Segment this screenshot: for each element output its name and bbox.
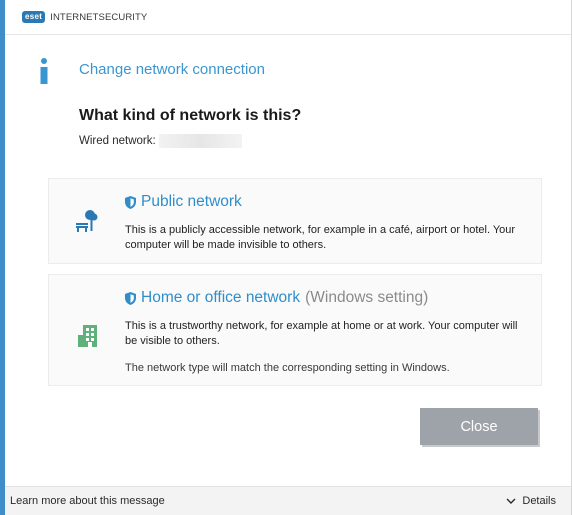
details-label: Details xyxy=(522,495,556,507)
wired-network-name-redacted xyxy=(158,134,242,148)
home-office-network-title[interactable]: Home or office network (Windows setting) xyxy=(125,289,428,307)
public-network-option[interactable]: Public network This is a publicly access… xyxy=(48,178,542,264)
shield-icon xyxy=(125,195,136,209)
wired-network-row: Wired network: xyxy=(79,134,242,148)
eset-logo-badge: eset xyxy=(22,11,46,23)
left-accent-bar xyxy=(0,0,5,515)
public-network-title[interactable]: Public network xyxy=(125,193,242,211)
eset-logo: eset INTERNETSECURITY xyxy=(22,11,147,23)
title-bar: eset INTERNETSECURITY xyxy=(5,0,571,35)
chevron-down-icon xyxy=(506,498,516,504)
product-name: INTERNETSECURITY xyxy=(50,11,148,23)
shield-icon xyxy=(125,291,136,305)
network-question: What kind of network is this? xyxy=(79,107,302,124)
home-office-network-note: The network type will match the correspo… xyxy=(125,362,450,374)
windows-setting-suffix: (Windows setting) xyxy=(305,289,429,306)
public-network-title-text: Public network xyxy=(141,193,242,210)
bench-tree-icon xyxy=(76,210,98,232)
office-building-icon xyxy=(78,325,97,347)
home-office-network-description: This is a trustworthy network, for examp… xyxy=(125,320,518,347)
home-office-network-option[interactable]: Home or office network (Windows setting)… xyxy=(48,274,542,386)
close-button[interactable]: Close xyxy=(420,408,538,445)
learn-more-link[interactable]: Learn more about this message xyxy=(10,495,165,507)
dialog-title: Change network connection xyxy=(79,61,265,78)
info-icon xyxy=(40,58,48,84)
home-office-network-title-text: Home or office network xyxy=(141,289,301,306)
eset-dialog-window: eset INTERNETSECURITY Change network con… xyxy=(0,0,572,515)
public-network-description: This is a publicly accessible network, f… xyxy=(125,224,516,251)
details-toggle[interactable]: Details xyxy=(506,495,556,507)
footer-bar: Learn more about this message Details xyxy=(5,486,571,515)
wired-network-label: Wired network: xyxy=(79,135,156,147)
